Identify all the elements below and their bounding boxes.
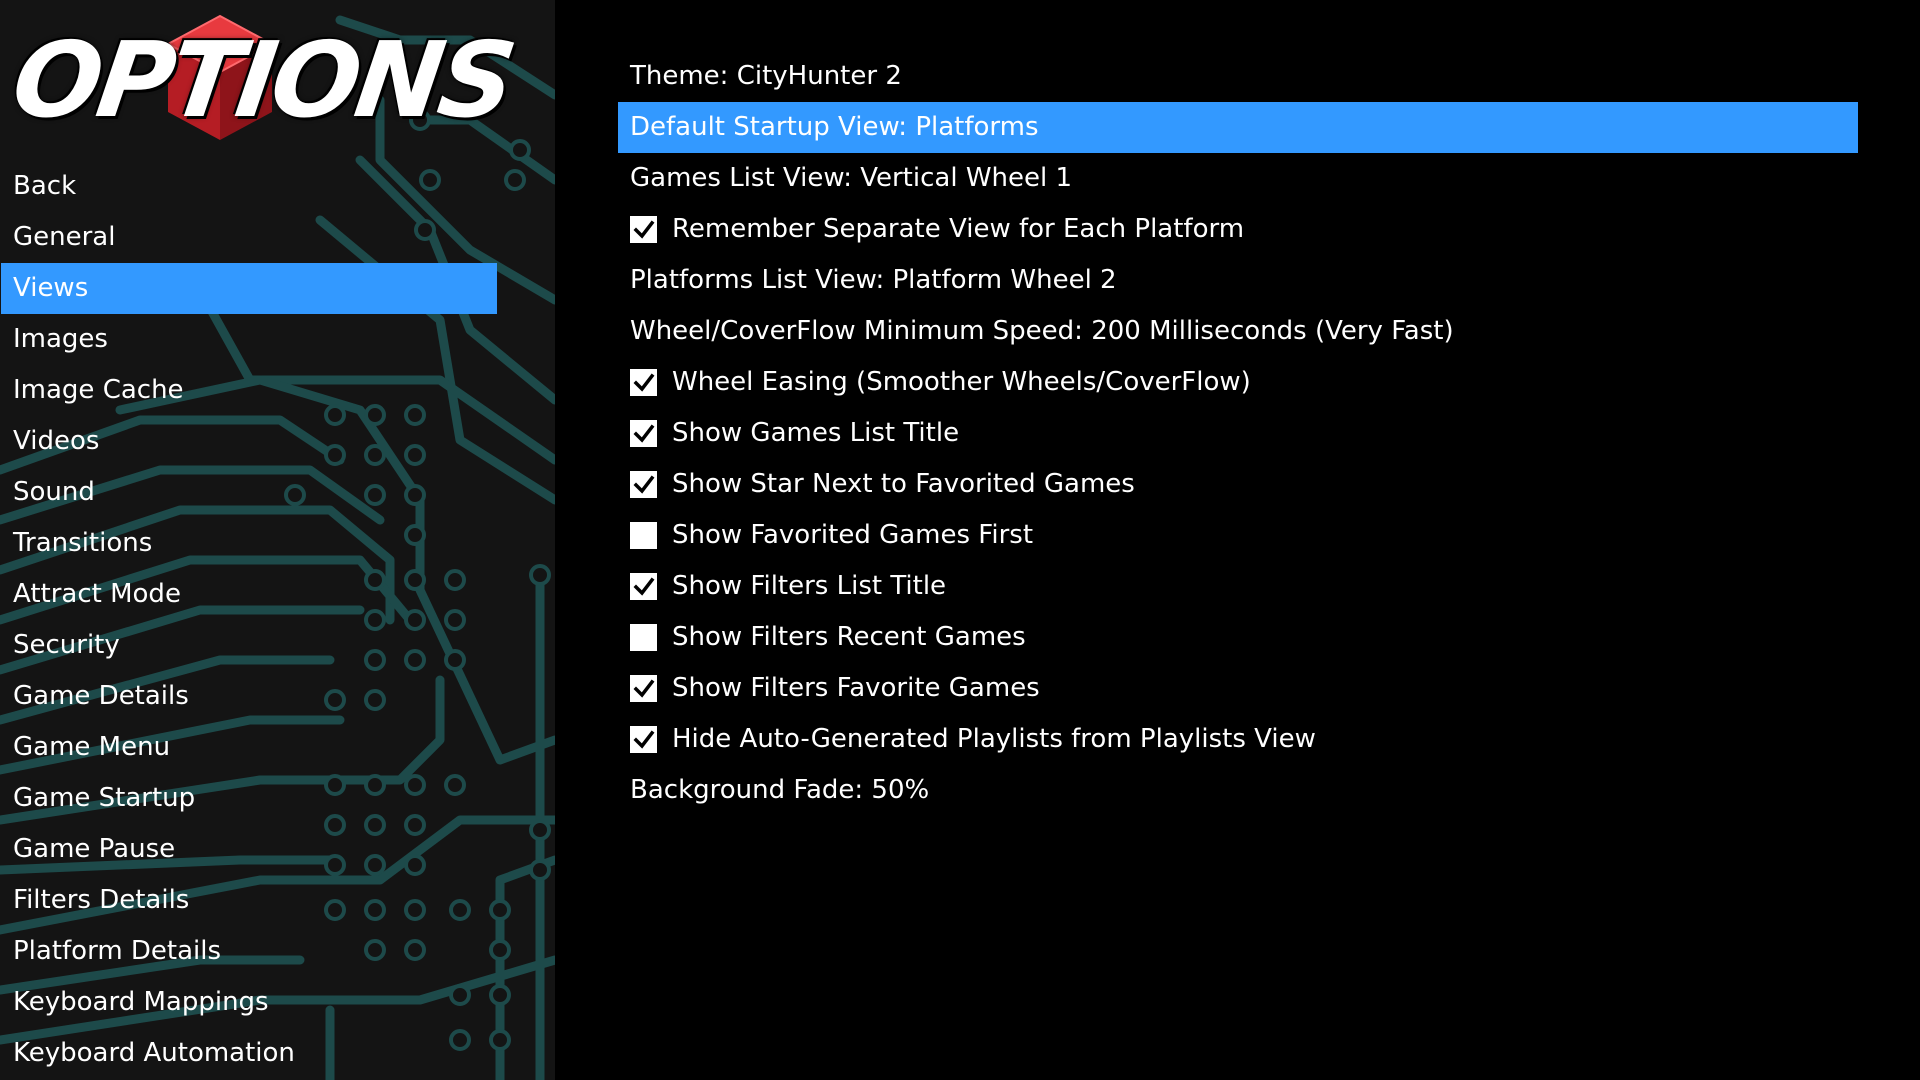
setting-hide-auto-playlists[interactable]: Hide Auto-Generated Playlists from Playl… bbox=[618, 714, 1858, 765]
logo-text: OPTIONS bbox=[5, 19, 520, 141]
checkbox[interactable] bbox=[630, 369, 657, 396]
setting-wheel-minimum-speed[interactable]: Wheel/CoverFlow Minimum Speed: 200 Milli… bbox=[618, 306, 1858, 357]
check-mark-icon bbox=[633, 679, 654, 698]
options-screen: OPTIONS Back General Views Images Image … bbox=[0, 0, 1920, 1080]
check-mark-icon bbox=[633, 730, 654, 749]
sidebar-item-keyboard-mappings[interactable]: Keyboard Mappings bbox=[0, 977, 555, 1028]
sidebar-item-image-cache[interactable]: Image Cache bbox=[0, 365, 555, 416]
setting-label: Show Filters Favorite Games bbox=[672, 673, 1040, 703]
checkbox[interactable] bbox=[630, 216, 657, 243]
sidebar-item-attract-mode[interactable]: Attract Mode bbox=[0, 569, 555, 620]
sidebar-item-transitions[interactable]: Transitions bbox=[0, 518, 555, 569]
setting-label: Show Favorited Games First bbox=[672, 520, 1034, 550]
sidebar-item-game-menu[interactable]: Game Menu bbox=[0, 722, 555, 773]
setting-label: Show Star Next to Favorited Games bbox=[672, 469, 1135, 499]
check-mark-icon bbox=[633, 220, 654, 239]
checkbox[interactable] bbox=[630, 726, 657, 753]
setting-label: Hide Auto-Generated Playlists from Playl… bbox=[672, 724, 1316, 754]
setting-label: Wheel/CoverFlow Minimum Speed: 200 Milli… bbox=[630, 316, 1454, 346]
check-mark-icon bbox=[633, 424, 654, 443]
sidebar-item-platform-details[interactable]: Platform Details bbox=[0, 926, 555, 977]
check-mark-icon bbox=[633, 373, 654, 392]
sidebar-item-general[interactable]: General bbox=[0, 212, 555, 263]
settings-panel: Theme: CityHunter 2 Default Startup View… bbox=[555, 0, 1920, 1080]
setting-label: Show Filters Recent Games bbox=[672, 622, 1026, 652]
sidebar-item-videos[interactable]: Videos bbox=[0, 416, 555, 467]
setting-games-list-view[interactable]: Games List View: Vertical Wheel 1 bbox=[618, 153, 1858, 204]
sidebar-item-views[interactable]: Views bbox=[1, 263, 497, 314]
setting-label: Theme: CityHunter 2 bbox=[630, 61, 902, 91]
checkbox[interactable] bbox=[630, 420, 657, 447]
setting-label: Platforms List View: Platform Wheel 2 bbox=[630, 265, 1117, 295]
sidebar: OPTIONS Back General Views Images Image … bbox=[0, 0, 555, 1080]
check-mark-icon bbox=[633, 577, 654, 596]
sidebar-nav: Back General Views Images Image Cache Vi… bbox=[0, 161, 555, 1079]
setting-show-filters-favorite[interactable]: Show Filters Favorite Games bbox=[618, 663, 1858, 714]
setting-background-fade[interactable]: Background Fade: 50% bbox=[618, 765, 1858, 816]
setting-label: Games List View: Vertical Wheel 1 bbox=[630, 163, 1073, 193]
checkbox[interactable] bbox=[630, 573, 657, 600]
setting-show-games-list-title[interactable]: Show Games List Title bbox=[618, 408, 1858, 459]
setting-show-star-favorited[interactable]: Show Star Next to Favorited Games bbox=[618, 459, 1858, 510]
setting-label: Show Filters List Title bbox=[672, 571, 947, 601]
setting-label: Wheel Easing (Smoother Wheels/CoverFlow) bbox=[672, 367, 1251, 397]
setting-show-favorited-first[interactable]: Show Favorited Games First bbox=[618, 510, 1858, 561]
setting-remember-separate-view[interactable]: Remember Separate View for Each Platform bbox=[618, 204, 1858, 255]
setting-theme[interactable]: Theme: CityHunter 2 bbox=[618, 51, 1858, 102]
setting-show-filters-recent[interactable]: Show Filters Recent Games bbox=[618, 612, 1858, 663]
checkbox[interactable] bbox=[630, 522, 657, 549]
sidebar-item-game-startup[interactable]: Game Startup bbox=[0, 773, 555, 824]
setting-label: Show Games List Title bbox=[672, 418, 960, 448]
checkbox[interactable] bbox=[630, 675, 657, 702]
sidebar-item-game-pause[interactable]: Game Pause bbox=[0, 824, 555, 875]
check-mark-icon bbox=[633, 475, 654, 494]
setting-default-startup-view[interactable]: Default Startup View: Platforms bbox=[618, 102, 1858, 153]
sidebar-item-sound[interactable]: Sound bbox=[0, 467, 555, 518]
sidebar-item-back[interactable]: Back bbox=[0, 161, 555, 212]
sidebar-item-game-details[interactable]: Game Details bbox=[0, 671, 555, 722]
setting-show-filters-list-title[interactable]: Show Filters List Title bbox=[618, 561, 1858, 612]
setting-platforms-list-view[interactable]: Platforms List View: Platform Wheel 2 bbox=[618, 255, 1858, 306]
setting-label: Background Fade: 50% bbox=[630, 775, 930, 805]
setting-wheel-easing[interactable]: Wheel Easing (Smoother Wheels/CoverFlow) bbox=[618, 357, 1858, 408]
sidebar-item-security[interactable]: Security bbox=[0, 620, 555, 671]
setting-label: Default Startup View: Platforms bbox=[630, 112, 1039, 142]
checkbox[interactable] bbox=[630, 471, 657, 498]
settings-list: Theme: CityHunter 2 Default Startup View… bbox=[618, 51, 1858, 816]
sidebar-item-keyboard-automation[interactable]: Keyboard Automation bbox=[0, 1028, 555, 1079]
options-logo: OPTIONS bbox=[5, 8, 519, 144]
setting-label: Remember Separate View for Each Platform bbox=[672, 214, 1245, 244]
checkbox[interactable] bbox=[630, 624, 657, 651]
sidebar-item-images[interactable]: Images bbox=[0, 314, 555, 365]
sidebar-item-filters-details[interactable]: Filters Details bbox=[0, 875, 555, 926]
